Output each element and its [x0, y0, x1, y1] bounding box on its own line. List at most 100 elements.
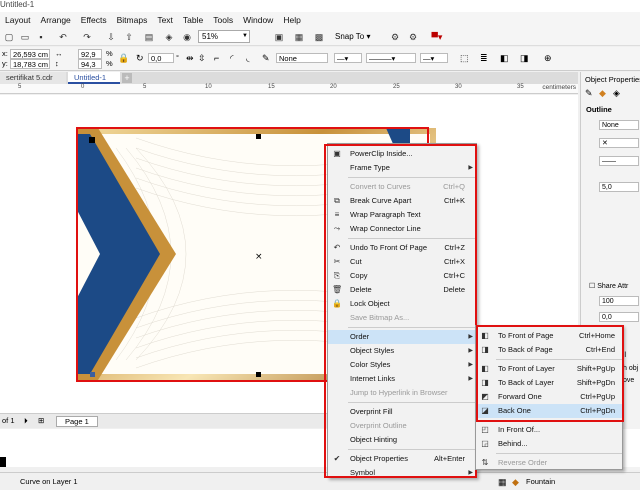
- lock-ratio-icon[interactable]: 🔒: [118, 53, 129, 64]
- scale-width-field[interactable]: 92,9: [78, 49, 102, 59]
- context-menu-highlight: [324, 144, 477, 478]
- app-launcher-icon[interactable]: ◈: [162, 30, 176, 44]
- zoom-level[interactable]: 51% ▼: [198, 30, 250, 43]
- black-swatch[interactable]: [0, 457, 6, 467]
- status-text: Curve on Layer 1: [20, 477, 78, 486]
- text-wrap-icon[interactable]: ≣: [480, 53, 488, 64]
- corner-icon[interactable]: ⌐: [214, 53, 219, 63]
- menu-table[interactable]: Table: [178, 15, 208, 25]
- percent-label-1: %: [106, 49, 113, 58]
- to-back-icon[interactable]: ◨: [520, 53, 529, 64]
- tab-untitled-1[interactable]: Untitled-1: [68, 72, 120, 84]
- alignment-guides-icon[interactable]: ⚙: [388, 30, 402, 44]
- end-arrowhead-select[interactable]: —▾: [420, 53, 448, 63]
- import-icon[interactable]: ⇩: [104, 30, 118, 44]
- menu-tools[interactable]: Tools: [208, 15, 238, 25]
- first-page-icon[interactable]: ⏵: [24, 416, 28, 426]
- chevron-down-icon: ▼: [242, 33, 248, 39]
- close-curve-icon[interactable]: ⬚: [460, 53, 469, 64]
- mirror-vertical-icon[interactable]: ⇳: [198, 53, 206, 64]
- show-grid-icon[interactable]: ▩: [312, 30, 326, 44]
- page-1-tab[interactable]: Page 1: [56, 416, 98, 427]
- ruler-label: 10: [205, 84, 212, 90]
- quick-customize-icon[interactable]: ⊕: [544, 53, 552, 64]
- publish-pdf-icon[interactable]: ▤: [142, 30, 156, 44]
- y-position-field[interactable]: 18,783 cm: [10, 59, 50, 69]
- menu-item-reverse-order: ⇅ Reverse Order: [476, 456, 623, 470]
- scalloped-corner-icon[interactable]: ◟: [246, 53, 250, 64]
- menu-item-label: Behind...: [498, 439, 528, 448]
- options-icon[interactable]: ⚙: [406, 30, 420, 44]
- outline-color-field[interactable]: ✕: [599, 138, 639, 148]
- transparency-tab-icon[interactable]: ◈: [613, 88, 620, 99]
- rounded-corner-icon[interactable]: ◜: [230, 53, 234, 64]
- add-document-button[interactable]: +: [122, 73, 132, 83]
- ruler-label: 15: [268, 84, 275, 90]
- tab-sertifikat[interactable]: sertifikat 5.cdr: [0, 72, 66, 84]
- zoom-value: 51%: [202, 32, 219, 41]
- line-style-select[interactable]: ———▾: [366, 53, 416, 63]
- degree-label: °: [176, 53, 179, 62]
- menu-layout[interactable]: Layout: [0, 15, 36, 25]
- menu-text[interactable]: Text: [152, 15, 178, 25]
- add-page-icon[interactable]: ⊞: [38, 416, 44, 425]
- outline-fill-field[interactable]: None: [599, 120, 639, 130]
- reverse-order-icon: ⇅: [481, 458, 489, 467]
- scale-field[interactable]: 100: [599, 296, 639, 306]
- outline-width-field[interactable]: None: [276, 53, 328, 63]
- document-tabs: sertifikat 5.cdr Untitled-1 +: [0, 72, 578, 84]
- start-arrowhead-select[interactable]: —▾: [334, 53, 362, 63]
- menu-effects[interactable]: Effects: [76, 15, 112, 25]
- rotation-field[interactable]: 0,0: [148, 53, 174, 63]
- menu-help[interactable]: Help: [278, 15, 305, 25]
- width-icon: ↔: [55, 49, 63, 58]
- percent-label-2: %: [106, 59, 113, 68]
- angle-field[interactable]: 0,0: [599, 312, 639, 322]
- outline-tab-icon[interactable]: ✎: [585, 88, 593, 99]
- scale-height-field[interactable]: 94,3: [78, 59, 102, 69]
- horizontal-ruler: 5 0 5 10 15 20 25 30 35 centimeters: [0, 84, 578, 94]
- x-position-field[interactable]: 26,593 cm: [10, 49, 50, 59]
- docker-text-fragment-3: ove: [623, 377, 635, 384]
- share-attributes-checkbox[interactable]: ☐ Share Attr: [589, 282, 628, 290]
- outline-width-value: None: [279, 54, 297, 63]
- standard-toolbar: ▢ ▭ ▪ ↶ ↷ ⇩ ⇧ ▤ ◈ ◉ 51% ▼ ▣ ▦ ▩ Snap To ▾…: [0, 27, 640, 46]
- show-rulers-icon[interactable]: ▦: [292, 30, 306, 44]
- fill-type-label: Fountain: [526, 477, 556, 486]
- mirror-horizontal-icon[interactable]: ⇹: [186, 53, 194, 64]
- redo-icon[interactable]: ↷: [80, 30, 94, 44]
- outline-width-docker-field[interactable]: 5,0: [599, 182, 639, 192]
- export-icon[interactable]: ⇧: [122, 30, 136, 44]
- ruler-label: 30: [455, 84, 462, 90]
- new-icon[interactable]: ▢: [2, 30, 16, 44]
- outline-section-title: Outline: [586, 105, 612, 114]
- snap-to-dropdown[interactable]: Snap To ▾: [335, 32, 370, 41]
- in-front-of-icon: ◰: [481, 425, 489, 434]
- fill-tab-icon[interactable]: ◆: [599, 88, 606, 99]
- menu-item-behind[interactable]: ◲ Behind...: [476, 437, 623, 451]
- x-label: x:: [2, 49, 8, 58]
- corel-connect-icon[interactable]: ◉: [180, 30, 194, 44]
- launch-icon[interactable]: ▀▾: [428, 30, 446, 44]
- snap-to-label: Snap To: [335, 32, 365, 41]
- title-bar: Untitled-1: [0, 0, 640, 12]
- behind-icon: ◲: [481, 439, 489, 448]
- outline-pen-icon: ✎: [262, 53, 270, 63]
- menu-window[interactable]: Window: [238, 15, 278, 25]
- order-submenu-highlight: [476, 325, 624, 422]
- undo-icon[interactable]: ↶: [56, 30, 70, 44]
- menu-arrange[interactable]: Arrange: [36, 15, 76, 25]
- status-bar: Curve on Layer 1 ▦ ◆ Fountain: [0, 472, 640, 490]
- menu-item-in-front-of[interactable]: ◰ In Front Of...: [476, 423, 623, 437]
- full-screen-icon[interactable]: ▣: [272, 30, 286, 44]
- save-icon[interactable]: ▪: [34, 30, 48, 44]
- menu-bitmaps[interactable]: Bitmaps: [112, 15, 153, 25]
- page-position: of 1: [2, 416, 15, 425]
- fill-status-icon: ▦: [498, 477, 507, 487]
- outline-style-field[interactable]: ——: [599, 156, 639, 166]
- ruler-label: 20: [330, 84, 337, 90]
- to-front-icon[interactable]: ◧: [500, 53, 509, 64]
- open-icon[interactable]: ▭: [18, 30, 32, 44]
- menu-item-label: Reverse Order: [498, 458, 548, 467]
- share-attr-label: Share Attr: [597, 283, 629, 290]
